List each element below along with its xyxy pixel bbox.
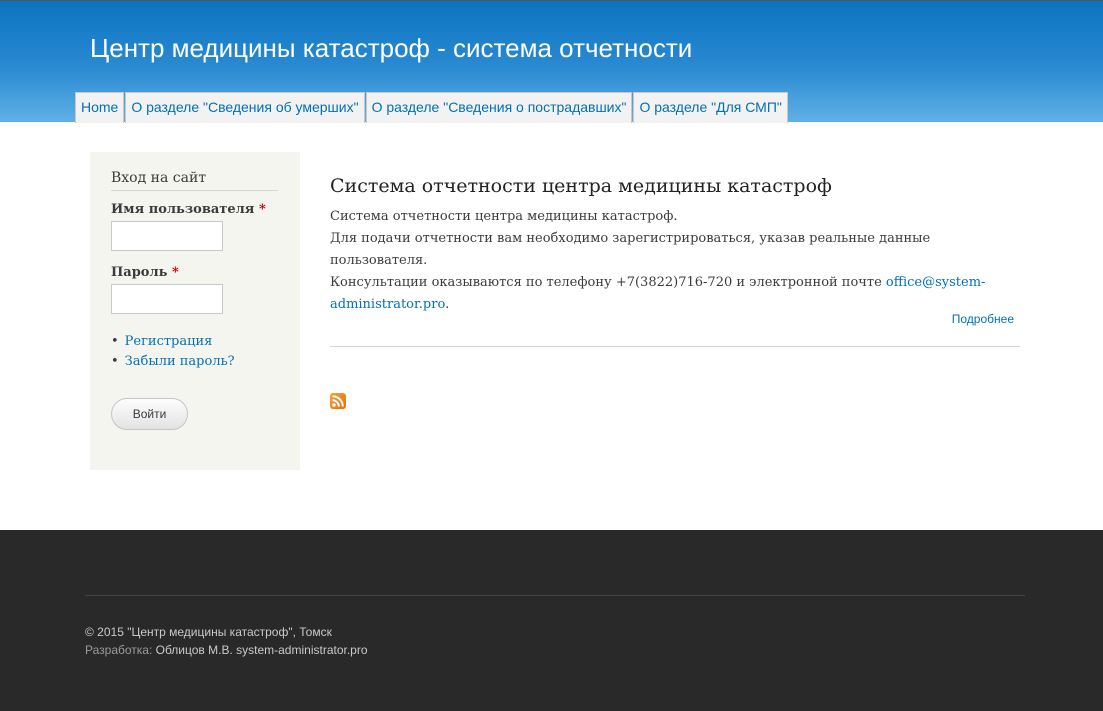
main-content: Система отчетности центра медицины катас…	[330, 172, 1020, 347]
site-title[interactable]: Центр медицины катастроф - система отчет…	[90, 33, 692, 63]
footer-text: © 2015 "Центр медицины катастроф", Томск…	[85, 623, 368, 659]
bullet-icon: •	[111, 354, 119, 369]
site-header: Центр медицины катастроф - система отчет…	[0, 0, 1103, 123]
password-label-text: Пароль	[111, 265, 168, 280]
login-button[interactable]: Войти	[111, 398, 188, 430]
username-label-text: Имя пользователя	[111, 202, 255, 217]
required-mark: *	[258, 202, 266, 217]
required-mark: *	[171, 265, 179, 280]
login-block-title: Вход на сайт	[111, 169, 278, 191]
username-label: Имя пользователя *	[111, 202, 266, 217]
rss-icon[interactable]	[330, 393, 346, 409]
menu-tab-home[interactable]: Home	[75, 92, 125, 123]
divider	[330, 346, 1020, 347]
article-title[interactable]: Система отчетности центра медицины катас…	[330, 172, 1020, 200]
forgot-password-link[interactable]: Забыли пароль?	[125, 354, 235, 369]
password-input[interactable]	[111, 284, 223, 314]
password-label: Пароль *	[111, 265, 179, 280]
footer-divider	[85, 595, 1025, 596]
menu-tab-deceased[interactable]: О разделе "Сведения об умерших"	[125, 92, 365, 123]
article-line: Консультации оказываются по телефону +7(…	[330, 272, 1020, 316]
main-menu: Home О разделе "Сведения об умерших" О р…	[75, 92, 789, 123]
bullet-icon: •	[111, 334, 119, 349]
article-line: Система отчетности центра медицины катас…	[330, 209, 678, 224]
register-link[interactable]: Регистрация	[125, 334, 213, 349]
site-footer: © 2015 "Центр медицины катастроф", Томск…	[0, 530, 1103, 711]
list-item: • Регистрация	[111, 332, 235, 352]
developer-name: Облицов М.В. system-administrator.pro	[155, 643, 368, 657]
read-more-link[interactable]: Подробнее	[952, 312, 1014, 326]
list-item: • Забыли пароль?	[111, 352, 235, 372]
login-links: • Регистрация • Забыли пароль?	[111, 332, 235, 372]
period: .	[445, 297, 450, 312]
menu-tab-injured[interactable]: О разделе "Сведения о пострадавших"	[365, 92, 633, 123]
login-block: Вход на сайт Имя пользователя * Пароль *…	[90, 152, 300, 470]
article-line: Для подачи отчетности вам необходимо зар…	[330, 231, 931, 268]
menu-tab-ambulance[interactable]: О разделе "Для СМП"	[633, 92, 788, 123]
contact-text: Консультации оказываются по телефону +7(…	[330, 275, 886, 290]
article-body: Система отчетности центра медицины катас…	[330, 206, 1020, 316]
username-input[interactable]	[111, 221, 223, 251]
developer-label: Разработка:	[85, 643, 153, 657]
developer-credit: Разработка: Облицов М.В. system-administ…	[85, 641, 368, 659]
copyright-text: © 2015 "Центр медицины катастроф", Томск	[85, 625, 332, 639]
